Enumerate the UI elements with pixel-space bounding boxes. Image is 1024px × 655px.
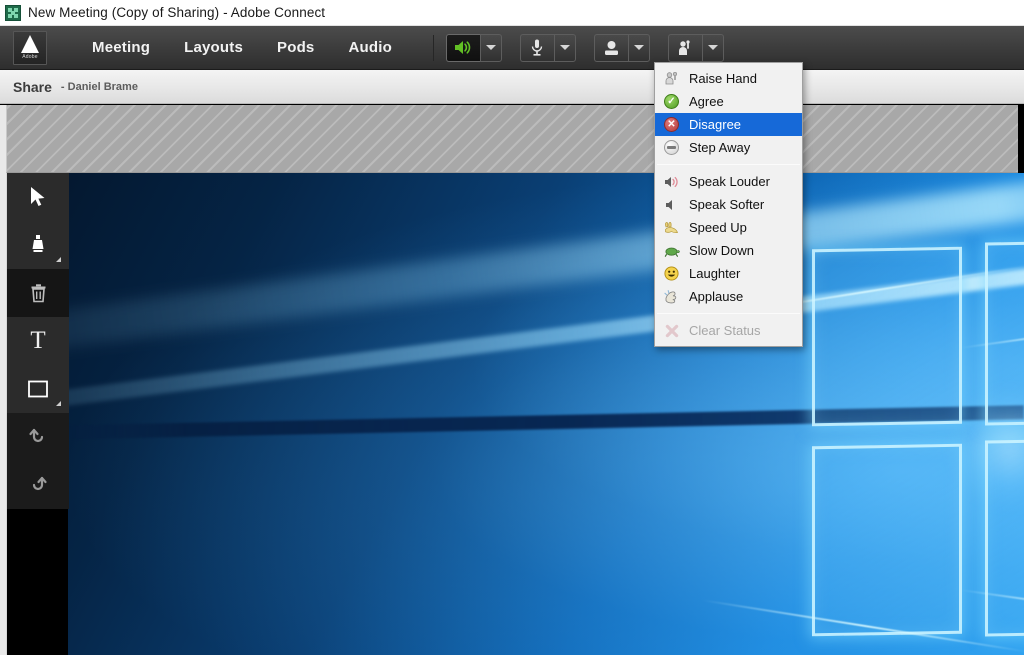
marker-icon	[32, 235, 44, 252]
menu-item-speed-up[interactable]: Speed Up	[655, 216, 802, 239]
window-pane-bottom-right	[985, 437, 1024, 637]
menu-item-applause[interactable]: Applause	[655, 285, 802, 308]
speaker-dropdown-arrow[interactable]	[479, 33, 502, 62]
window-title-bar: New Meeting (Copy of Sharing) - Adobe Co…	[0, 0, 1024, 26]
status-button[interactable]	[667, 33, 702, 62]
chevron-down-icon	[707, 45, 718, 50]
pod-title: Share	[13, 78, 52, 95]
pointer-icon	[31, 187, 45, 206]
adobe-logo[interactable]: Adobe	[13, 30, 47, 65]
undo-icon	[29, 428, 44, 443]
toolbar-divider	[432, 34, 434, 61]
applause-icon	[663, 288, 680, 305]
menu-item-raise-hand[interactable]: Raise Hand	[655, 67, 802, 90]
menu-layouts[interactable]: Layouts	[167, 33, 260, 62]
menu-pods[interactable]: Pods	[260, 33, 331, 62]
menu-item-speak-softer[interactable]: Speak Softer	[655, 193, 802, 216]
menu-item-label: Speak Louder	[689, 174, 770, 189]
menu-item-step-away[interactable]: Step Away	[655, 136, 802, 159]
raise-hand-icon	[663, 70, 680, 87]
microphone-icon	[532, 39, 543, 56]
chevron-down-icon	[633, 45, 644, 50]
menu-audio[interactable]: Audio	[331, 33, 409, 62]
undo-tool[interactable]	[7, 413, 69, 461]
redo-icon	[32, 476, 47, 491]
text-tool[interactable]: T	[7, 317, 69, 365]
adobe-logo-word: Adobe	[22, 54, 38, 60]
microphone-dropdown-arrow[interactable]	[553, 33, 576, 62]
raise-hand-icon	[678, 39, 690, 55]
shape-tool[interactable]	[7, 365, 69, 413]
menu-bar: Meeting Layouts Pods Audio	[75, 33, 409, 62]
microphone-control	[519, 33, 576, 62]
chevron-down-icon	[559, 45, 570, 50]
menu-item-label: Step Away	[689, 140, 751, 155]
menu-item-disagree[interactable]: ✕ Disagree	[655, 113, 802, 136]
menu-item-label: Speed Up	[689, 220, 747, 235]
menu-item-label: Raise Hand	[689, 71, 757, 86]
menu-item-label: Disagree	[689, 117, 742, 132]
adobe-connect-window: New Meeting (Copy of Sharing) - Adobe Co…	[0, 0, 1024, 655]
menu-item-slow-down[interactable]: Slow Down	[655, 239, 802, 262]
menu-item-agree[interactable]: ✓ Agree	[655, 90, 802, 113]
speaker-control	[445, 33, 502, 62]
menu-item-label: Applause	[689, 289, 744, 304]
trash-icon	[31, 283, 45, 302]
menu-item-label: Laughter	[689, 266, 741, 281]
menu-item-speak-louder[interactable]: Speak Louder	[655, 170, 802, 193]
marker-submenu-corner-icon	[56, 257, 61, 262]
adobe-a-icon	[21, 35, 39, 53]
speak-softer-icon	[663, 196, 680, 213]
menu-item-label: Clear Status	[689, 323, 761, 338]
marker-tool[interactable]	[7, 221, 69, 269]
webcam-control	[593, 33, 650, 62]
menu-item-clear-status: Clear Status	[655, 319, 802, 342]
share-hatched-area	[6, 105, 1018, 173]
speaker-icon	[455, 41, 471, 54]
pointer-tool[interactable]	[7, 173, 69, 221]
status-dropdown-arrow[interactable]	[701, 33, 724, 62]
agree-check-icon: ✓	[663, 93, 680, 110]
shared-screen-stage	[0, 173, 1024, 655]
disagree-x-icon: ✕	[663, 116, 680, 133]
menu-meeting[interactable]: Meeting	[75, 33, 167, 62]
delete-tool[interactable]	[7, 269, 69, 317]
rectangle-icon	[28, 380, 48, 398]
text-icon: T	[30, 327, 46, 354]
rabbit-icon	[663, 219, 680, 236]
webcam-dropdown-arrow[interactable]	[627, 33, 650, 62]
redo-tool[interactable]	[7, 461, 69, 509]
window-pane-top-left	[812, 246, 962, 427]
smiley-icon	[663, 265, 680, 282]
menu-item-label: Agree	[689, 94, 724, 109]
webcam-icon	[604, 40, 618, 55]
webcam-button[interactable]	[593, 33, 628, 62]
share-pod-header: Share - Daniel Brame	[0, 70, 1024, 104]
step-away-icon	[663, 139, 680, 156]
shape-submenu-corner-icon	[56, 401, 61, 406]
speaker-button[interactable]	[445, 33, 480, 62]
menu-item-label: Speak Softer	[689, 197, 765, 212]
turtle-icon	[663, 242, 680, 259]
device-button-group	[445, 33, 724, 62]
menu-item-label: Slow Down	[689, 243, 755, 258]
window-pane-bottom-left	[812, 443, 962, 637]
menu-separator	[657, 313, 800, 314]
drawing-toolbar: T	[6, 173, 69, 655]
menu-separator	[657, 164, 800, 165]
status-dropdown-menu: Raise Hand ✓ Agree ✕ Disagree Step Away	[654, 62, 803, 347]
window-title: New Meeting (Copy of Sharing) - Adobe Co…	[28, 5, 326, 20]
status-control	[667, 33, 724, 62]
speak-louder-icon	[663, 173, 680, 190]
chevron-down-icon	[485, 45, 496, 50]
main-toolbar: Adobe Meeting Layouts Pods Audio	[0, 26, 1024, 70]
connect-app-icon	[5, 4, 21, 21]
microphone-button[interactable]	[519, 33, 554, 62]
clear-status-icon	[663, 322, 680, 339]
menu-item-laughter[interactable]: Laughter	[655, 262, 802, 285]
pod-presenter: - Daniel Brame	[60, 80, 138, 93]
